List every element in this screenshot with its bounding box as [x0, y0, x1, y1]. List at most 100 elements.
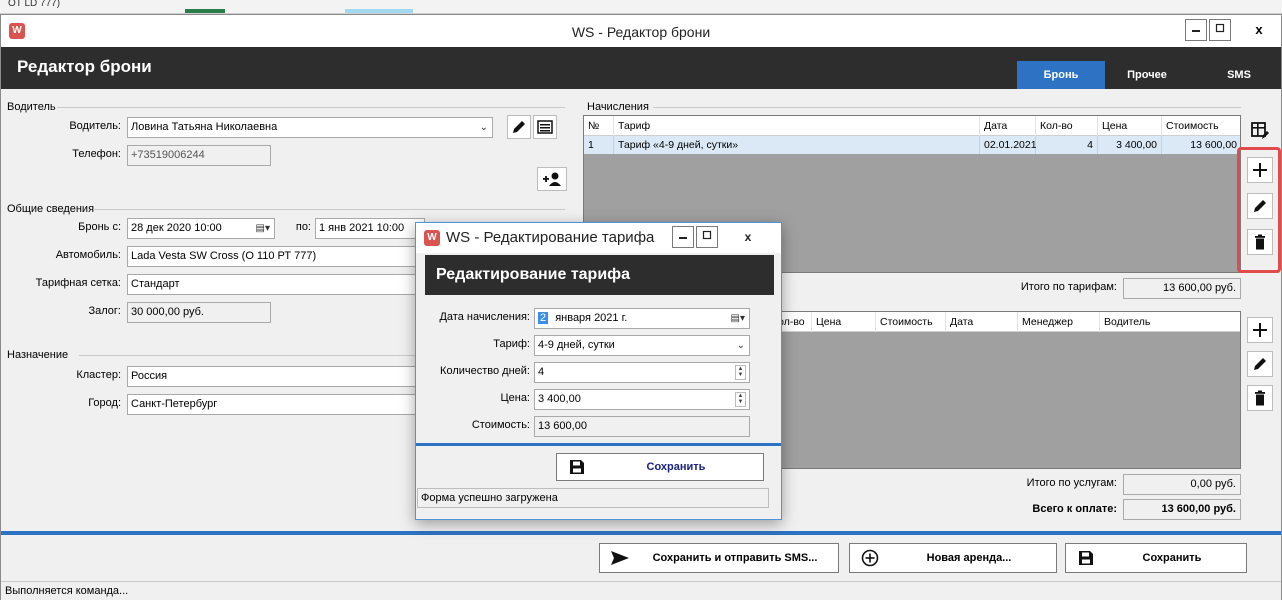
car-select[interactable]: Lada Vesta SW Cross (О 110 РТ 777)	[127, 246, 425, 267]
dialog-divider	[416, 443, 781, 446]
page-header: Редактор брони Бронь Прочее SMS	[1, 47, 1281, 89]
grand-total-label: Всего к оплате:	[1032, 503, 1117, 515]
ws-logo-icon: W	[424, 230, 440, 246]
days-value: 4	[538, 366, 545, 378]
window-title: WS - Редактор брони	[571, 24, 711, 40]
close-button[interactable]: x	[1241, 19, 1277, 41]
column-header[interactable]: Цена	[812, 312, 876, 332]
price-value: 3 400,00	[538, 393, 581, 405]
save-label: Сохранить	[1142, 552, 1202, 564]
dialog-save-button[interactable]: Сохранить	[556, 453, 764, 481]
tariff-value: 4-9 дней, сутки	[538, 339, 615, 351]
background-app-strip: OT LD 777)	[0, 0, 1282, 14]
row-cost: 13 600,00	[1162, 136, 1240, 154]
tariffs-total-value: 13 600,00 руб.	[1123, 278, 1241, 299]
chevron-down-icon: ⌄	[479, 122, 488, 133]
divider	[653, 107, 1241, 108]
save-and-send-sms-label: Сохранить и отправить SMS...	[652, 552, 818, 564]
driver-label: Водитель:	[69, 120, 121, 132]
days-stepper[interactable]: 4 ▲ ▼	[534, 362, 750, 383]
edit-driver-button[interactable]	[507, 115, 531, 139]
charge-date-rest: января 2021 г.	[555, 312, 628, 324]
deposit-field[interactable]: 30 000,00 руб.	[127, 302, 271, 323]
booking-from-datetime[interactable]: 28 дек 2020 10:00 ▤▾	[127, 218, 275, 239]
column-header[interactable]: Дата	[946, 312, 1018, 332]
days-label: Количество дней:	[440, 365, 530, 377]
divider	[57, 107, 565, 108]
city-select[interactable]: Санкт-Петербург	[127, 394, 425, 415]
page-title: Редактор брони	[17, 57, 152, 76]
table-row[interactable]: 1 Тариф «4-9 дней, сутки» 02.01.2021 4 3…	[584, 136, 1240, 154]
footer-divider	[1, 531, 1281, 535]
edit-tariff-dialog: W WS - Редактирование тарифа x Редактиро…	[415, 222, 782, 520]
phone-field[interactable]: +73519006244	[127, 145, 271, 166]
column-header[interactable]: Дата	[980, 116, 1036, 136]
tariff-select[interactable]: 4-9 дней, сутки ⌄	[534, 335, 750, 356]
edit-service-button[interactable]	[1247, 351, 1273, 377]
charges-table-header: № Тариф Дата Кол-во Цена Стоимость	[584, 116, 1240, 136]
column-header[interactable]: Менеджер	[1018, 312, 1100, 332]
add-service-button[interactable]	[1247, 317, 1273, 343]
column-header[interactable]: Стоимость	[876, 312, 946, 332]
dialog-maximize-button[interactable]	[696, 226, 718, 248]
driver-list-button[interactable]	[533, 115, 557, 139]
trash-icon	[1255, 234, 1265, 250]
dialog-close-button[interactable]: x	[726, 226, 770, 248]
dialog-status-bar: Форма успешно загружена	[417, 488, 769, 508]
add-charge-button[interactable]	[1247, 157, 1273, 183]
tariff-grid-select[interactable]: Стандарт	[127, 274, 425, 295]
price-stepper[interactable]: 3 400,00 ▲ ▼	[534, 389, 750, 410]
cost-field[interactable]: 13 600,00	[534, 416, 750, 437]
status-bar: Выполняется команда...	[1, 581, 1281, 600]
new-rental-button[interactable]: Новая аренда...	[849, 543, 1057, 573]
chevron-down-icon: ⌄	[736, 340, 745, 351]
maximize-button[interactable]	[1209, 19, 1231, 41]
tariff-label: Тариф:	[493, 338, 530, 350]
dialog-save-label: Сохранить	[646, 461, 706, 473]
dialog-header: Редактирование тарифа	[425, 255, 774, 295]
column-header[interactable]: Водитель	[1100, 312, 1240, 332]
minimize-button[interactable]	[1185, 19, 1207, 41]
tariffs-total-label: Итого по тарифам:	[1020, 281, 1117, 293]
dialog-title-bar: W WS - Редактирование тарифа x	[416, 223, 781, 253]
column-header[interactable]: №	[584, 116, 614, 136]
trash-icon	[1255, 390, 1265, 406]
driver-group-label: Водитель	[7, 101, 56, 113]
services-total-label: Итого по услугам:	[1026, 477, 1117, 489]
pencil-icon	[1254, 200, 1266, 212]
delete-charge-button[interactable]	[1247, 229, 1273, 255]
charges-group-label: Начисления	[587, 101, 649, 113]
column-header[interactable]: Тариф	[614, 116, 980, 136]
floppy-disk-icon	[1074, 546, 1098, 570]
dialog-minimize-button[interactable]	[672, 226, 694, 248]
edit-charge-button[interactable]	[1247, 193, 1273, 219]
charge-date-label: Дата начисления:	[439, 311, 530, 323]
calendar-icon: ▤▾	[255, 223, 270, 234]
column-header[interactable]: Цена	[1098, 116, 1162, 136]
title-bar: W WS - Редактор брони x	[1, 15, 1281, 47]
row-tariff: Тариф «4-9 дней, сутки»	[614, 136, 980, 154]
tab-sms[interactable]: SMS	[1209, 61, 1269, 89]
save-and-send-sms-button[interactable]: Сохранить и отправить SMS...	[599, 543, 839, 573]
booking-to-datetime[interactable]: 1 янв 2021 10:00	[315, 218, 425, 239]
spin-icon[interactable]: ▲ ▼	[735, 392, 746, 407]
driver-value: Ловина Татьяна Николаевна	[131, 121, 278, 133]
cluster-select[interactable]: Россия	[127, 366, 425, 387]
dialog-title: WS - Редактирование тарифа	[446, 229, 655, 246]
tab-other[interactable]: Прочее	[1113, 61, 1181, 89]
tab-booking[interactable]: Бронь	[1017, 61, 1105, 89]
plus-icon	[1253, 323, 1267, 337]
delete-service-button[interactable]	[1247, 385, 1273, 411]
add-driver-button[interactable]	[537, 167, 567, 191]
spin-icon[interactable]: ▲ ▼	[735, 365, 746, 380]
new-rental-label: Новая аренда...	[926, 552, 1012, 564]
pencil-icon	[1254, 358, 1266, 370]
column-header[interactable]: Кол-во	[1036, 116, 1098, 136]
city-label: Город:	[88, 397, 121, 409]
charge-date-picker[interactable]: 2 января 2021 г. ▤▾	[534, 308, 750, 329]
grid-settings-button[interactable]	[1245, 117, 1275, 145]
save-button[interactable]: Сохранить	[1065, 543, 1247, 573]
driver-select[interactable]: Ловина Татьяна Николаевна ⌄	[127, 117, 493, 138]
row-date: 02.01.2021	[980, 136, 1037, 154]
column-header[interactable]: Стоимость	[1162, 116, 1240, 136]
